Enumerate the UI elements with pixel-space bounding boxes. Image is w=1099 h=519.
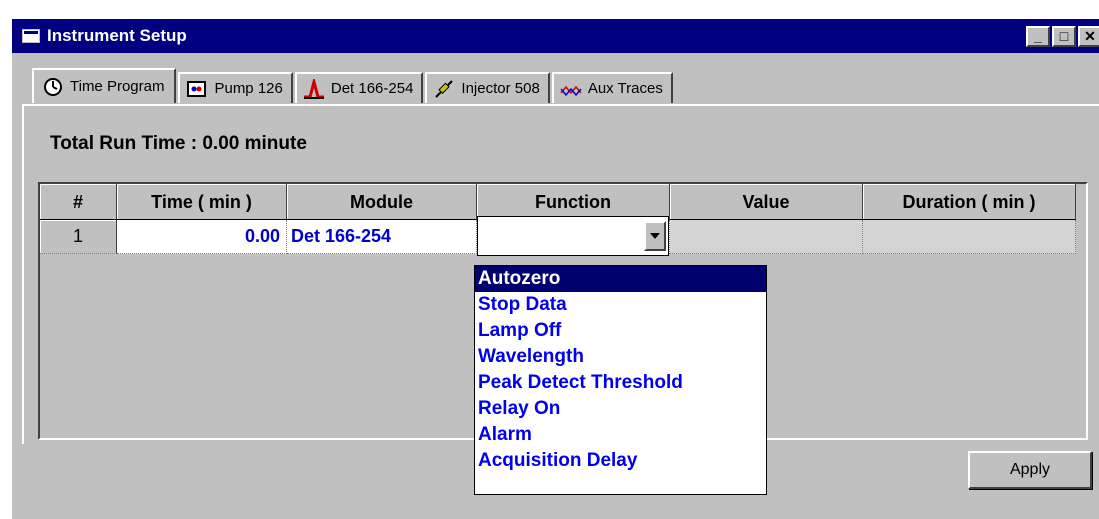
option-alarm[interactable]: Alarm xyxy=(475,422,766,448)
title-bar: Instrument Setup _ □ ✕ xyxy=(12,19,1099,53)
tab-label: Aux Traces xyxy=(587,80,663,97)
tab-label: Det 166-254 xyxy=(330,80,414,97)
column-header-number: # xyxy=(40,184,117,220)
column-header-module[interactable]: Module xyxy=(287,184,477,220)
option-autozero[interactable]: Autozero xyxy=(475,266,766,292)
option-lamp-off[interactable]: Lamp Off xyxy=(475,318,766,344)
row-number-cell[interactable]: 1 xyxy=(40,220,117,254)
tab-time-program[interactable]: Time Program xyxy=(32,68,177,103)
tab-pump[interactable]: Pump 126 xyxy=(178,72,293,103)
option-relay-on[interactable]: Relay On xyxy=(475,396,766,422)
tab-label: Injector 508 xyxy=(461,80,540,97)
window-icon xyxy=(22,29,40,43)
column-header-time[interactable]: Time ( min ) xyxy=(117,184,287,220)
tab-detector[interactable]: Det 166-254 xyxy=(294,72,424,103)
option-peak-detect-threshold[interactable]: Peak Detect Threshold xyxy=(475,370,766,396)
time-cell[interactable]: 0.00 xyxy=(117,220,287,254)
close-button[interactable]: ✕ xyxy=(1078,26,1099,47)
tab-injector[interactable]: Injector 508 xyxy=(425,72,550,103)
tab-label: Time Program xyxy=(70,78,165,95)
window-title: Instrument Setup xyxy=(47,26,187,45)
total-run-time: Total Run Time : 0.00 minute xyxy=(50,133,307,154)
maximize-button[interactable]: □ xyxy=(1052,26,1076,47)
option-stop-data[interactable]: Stop Data xyxy=(475,292,766,318)
minimize-button[interactable]: _ xyxy=(1026,26,1050,47)
option-wavelength[interactable]: Wavelength xyxy=(475,344,766,370)
injector-icon xyxy=(433,79,455,99)
module-cell[interactable]: Det 166-254 xyxy=(287,220,477,254)
column-header-duration[interactable]: Duration ( min ) xyxy=(863,184,1076,220)
option-acquisition-delay[interactable]: Acquisition Delay xyxy=(475,448,766,474)
column-header-value[interactable]: Value xyxy=(670,184,863,220)
value-cell[interactable] xyxy=(670,220,863,254)
tab-aux-traces[interactable]: Aux Traces xyxy=(551,72,673,103)
aux-traces-icon xyxy=(560,79,582,99)
function-combobox[interactable] xyxy=(477,216,669,256)
pump-icon xyxy=(186,79,208,99)
detector-peak-icon xyxy=(303,75,325,99)
duration-cell[interactable] xyxy=(863,220,1076,254)
clock-icon xyxy=(42,77,64,97)
chevron-down-icon[interactable] xyxy=(644,221,666,251)
tab-label: Pump 126 xyxy=(214,80,283,97)
function-dropdown-list: Autozero Stop Data Lamp Off Wavelength P… xyxy=(474,265,767,495)
apply-button[interactable]: Apply xyxy=(968,451,1092,489)
tab-strip: Time Program Pump 126 Det 166-254 Inject… xyxy=(32,68,675,103)
column-header-function[interactable]: Function xyxy=(477,184,670,220)
